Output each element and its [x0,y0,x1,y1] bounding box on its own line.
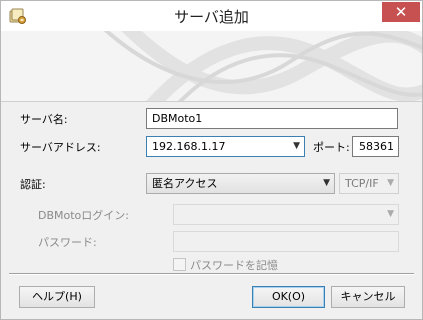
login-label: DBMotoログイン: [38,209,129,222]
protocol-value: TCP/IF [345,177,379,190]
auth-label: 認証: [20,178,46,191]
button-separator [9,273,414,274]
server-address-value: 192.168.1.17 [152,140,226,153]
close-button[interactable]: ✕ [382,2,420,22]
auth-value: 匿名アクセス [152,177,218,190]
help-button[interactable]: ヘルプ(H) [19,286,95,308]
header-banner [1,31,422,101]
cancel-button[interactable]: キャンセル [331,286,405,308]
remember-password-checkbox[interactable] [173,258,186,271]
server-address-label: サーバアドレス: [20,141,101,154]
chevron-down-icon[interactable]: ▼ [293,137,300,156]
auth-dropdown[interactable]: 匿名アクセス ▼ [146,173,335,194]
remember-password-label: パスワードを記憶 [190,259,278,272]
banner-divider [1,101,422,102]
chevron-down-icon: ▼ [323,178,330,188]
login-combo[interactable]: ▼ [173,204,399,225]
add-server-dialog: サーバ追加 ✕ サーバ名: DBMoto1 サーバアドレス: 192.168.1… [0,0,423,320]
server-name-label: サーバ名: [20,113,68,126]
chevron-down-icon: ▼ [387,209,394,219]
ok-button[interactable]: OK(O) [252,286,325,308]
server-address-combo[interactable]: 192.168.1.17 ▼ [146,136,305,157]
title-bar: サーバ追加 ✕ [1,1,422,31]
chevron-down-icon: ▼ [387,178,394,188]
port-label: ポート: [313,141,350,154]
port-input[interactable]: 58361 [352,136,399,157]
window-title: サーバ追加 [174,8,249,26]
protocol-dropdown[interactable]: TCP/IF ▼ [339,173,399,194]
password-input[interactable] [173,231,399,252]
server-name-input[interactable]: DBMoto1 [146,108,398,129]
close-icon: ✕ [394,3,408,21]
password-label: パスワード: [38,236,97,249]
